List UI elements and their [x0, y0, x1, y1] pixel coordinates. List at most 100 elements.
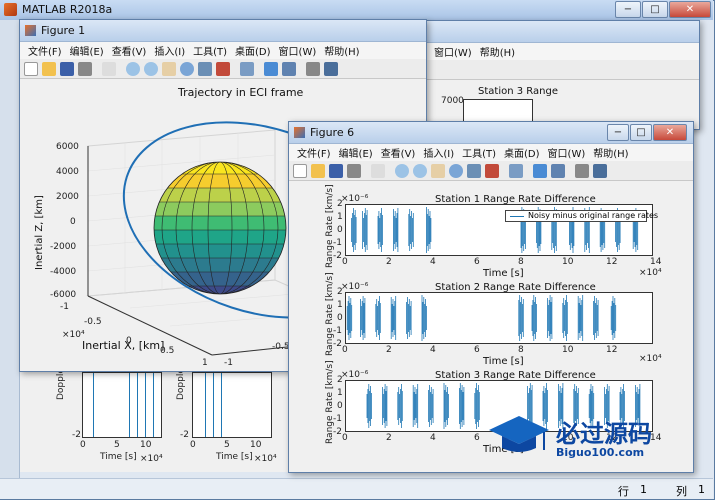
figure-1-title-bar: Figure 1: [20, 20, 426, 42]
y-tick-neg1-right: -1: [224, 358, 233, 368]
plot-title: Trajectory in ECI frame: [178, 86, 304, 99]
hide-tools-icon[interactable]: [575, 163, 589, 178]
pointer-icon[interactable]: [371, 163, 385, 178]
menu-edit[interactable]: 编辑(E): [70, 43, 104, 58]
close-button[interactable]: ✕: [653, 124, 687, 141]
menu-view[interactable]: 查看(V): [112, 43, 147, 58]
watermark-text: 必过源码: [556, 420, 652, 448]
menu-window[interactable]: 窗口(W): [548, 145, 586, 160]
doppler-ytick-2: -2: [180, 430, 189, 440]
legend-icon[interactable]: [282, 61, 296, 76]
subplot1-xlabel: Time [s]: [483, 268, 524, 279]
doppler-xtick-2-1: 5: [224, 440, 230, 450]
y-tick-label: 2: [337, 287, 343, 297]
menu-insert[interactable]: 插入(I): [154, 43, 185, 58]
line-number: 1: [640, 483, 647, 496]
y-tick-label: 1: [337, 212, 343, 222]
app-title: MATLAB R2018a: [22, 3, 113, 16]
subplot2-xlabel: Time [s]: [483, 356, 524, 367]
menu-window[interactable]: 窗口(W): [279, 43, 317, 58]
brush-icon[interactable]: [485, 163, 499, 178]
figure-1-title: Figure 1: [41, 24, 86, 37]
y-tick-label: -2: [333, 251, 342, 261]
y-tick-label: 2: [337, 199, 343, 209]
x-tick-label: 2: [386, 257, 392, 267]
menu-help[interactable]: 帮助(H): [324, 43, 359, 58]
status-bar: 行 1 列 1: [0, 478, 713, 499]
menu-view[interactable]: 查看(V): [381, 145, 416, 160]
brush-icon[interactable]: [216, 61, 230, 76]
menu-file[interactable]: 文件(F): [28, 43, 62, 58]
doppler-ytick-1: -2: [72, 430, 81, 440]
maximize-button[interactable]: □: [642, 1, 668, 18]
watermark-logo: 必过源码 Biguo100.com: [484, 408, 684, 468]
col-number: 1: [698, 483, 705, 496]
z-tick-4000: 4000: [56, 167, 79, 177]
x-tick-label: 6: [474, 257, 480, 267]
y-tick-label: 1: [337, 300, 343, 310]
menu-desktop[interactable]: 桌面(D): [504, 145, 540, 160]
zoom-in-icon[interactable]: [395, 163, 409, 178]
new-figure-icon[interactable]: [24, 61, 38, 76]
menu-edit[interactable]: 编辑(E): [339, 145, 373, 160]
pointer-icon[interactable]: [102, 61, 116, 76]
zoom-out-icon[interactable]: [413, 163, 427, 178]
datacursor-icon[interactable]: [467, 163, 481, 178]
rotate-icon[interactable]: [449, 163, 463, 178]
save-icon[interactable]: [329, 163, 343, 178]
x-tick-label: 0: [342, 433, 348, 443]
save-icon[interactable]: [60, 61, 74, 76]
hide-tools-icon[interactable]: [306, 61, 320, 76]
close-button[interactable]: ✕: [669, 1, 711, 18]
zoom-out-icon[interactable]: [144, 61, 158, 76]
legend-icon[interactable]: [551, 163, 565, 178]
colorbar-icon[interactable]: [533, 163, 547, 178]
rotate-icon[interactable]: [180, 61, 194, 76]
menu-help[interactable]: 帮助(H): [480, 44, 515, 59]
menu-tools[interactable]: 工具(T): [462, 145, 496, 160]
station3-range-ytick: 7000: [441, 96, 464, 106]
menu-desktop[interactable]: 桌面(D): [235, 43, 271, 58]
colorbar-icon[interactable]: [264, 61, 278, 76]
zoom-in-icon[interactable]: [126, 61, 140, 76]
datacursor-icon[interactable]: [198, 61, 212, 76]
x-tick-label: 2: [386, 433, 392, 443]
figure-6-title: Figure 6: [310, 126, 355, 139]
z-tick-2000: 2000: [56, 192, 79, 202]
legend-label: Noisy minus original range rates: [528, 211, 659, 220]
menu-tools[interactable]: 工具(T): [193, 43, 227, 58]
z-tick-neg2000: -2000: [50, 242, 77, 252]
y-tick-label: -2: [333, 427, 342, 437]
open-icon[interactable]: [311, 163, 325, 178]
pan-icon[interactable]: [162, 61, 176, 76]
pan-icon[interactable]: [431, 163, 445, 178]
menu-window[interactable]: 窗口(W): [434, 44, 472, 59]
show-tools-icon[interactable]: [324, 61, 338, 76]
matlab-left-panel: [0, 20, 20, 478]
y-tick-label: 0: [337, 313, 343, 323]
show-tools-icon[interactable]: [593, 163, 607, 178]
y-tick-neg05-right: -0.5: [272, 342, 290, 352]
x-tick-label: 4: [430, 257, 436, 267]
new-figure-icon[interactable]: [293, 163, 307, 178]
doppler-xtick-1-1: 5: [114, 440, 120, 450]
link-icon[interactable]: [509, 163, 523, 178]
x-tick-label: 14: [650, 257, 662, 267]
x-tick-1: 1: [202, 358, 208, 368]
open-icon[interactable]: [42, 61, 56, 76]
maximize-button[interactable]: □: [630, 124, 652, 141]
subplot3-exp: ×10⁻⁶: [341, 370, 369, 380]
print-icon[interactable]: [347, 163, 361, 178]
earth-sphere: [154, 162, 286, 294]
matlab-logo-icon: [4, 3, 17, 16]
menu-file[interactable]: 文件(F): [297, 145, 331, 160]
menu-insert[interactable]: 插入(I): [423, 145, 454, 160]
doppler-xexp-2: ×10⁴: [254, 454, 277, 464]
matlab-title-bar: MATLAB R2018a − □ ✕: [0, 0, 713, 20]
menu-help[interactable]: 帮助(H): [593, 145, 628, 160]
minimize-button[interactable]: −: [615, 1, 641, 18]
minimize-button[interactable]: −: [607, 124, 629, 141]
print-icon[interactable]: [78, 61, 92, 76]
link-icon[interactable]: [240, 61, 254, 76]
figure-station3-range-window[interactable]: 窗口(W) 帮助(H) Station 3 Range 7000: [425, 20, 700, 130]
